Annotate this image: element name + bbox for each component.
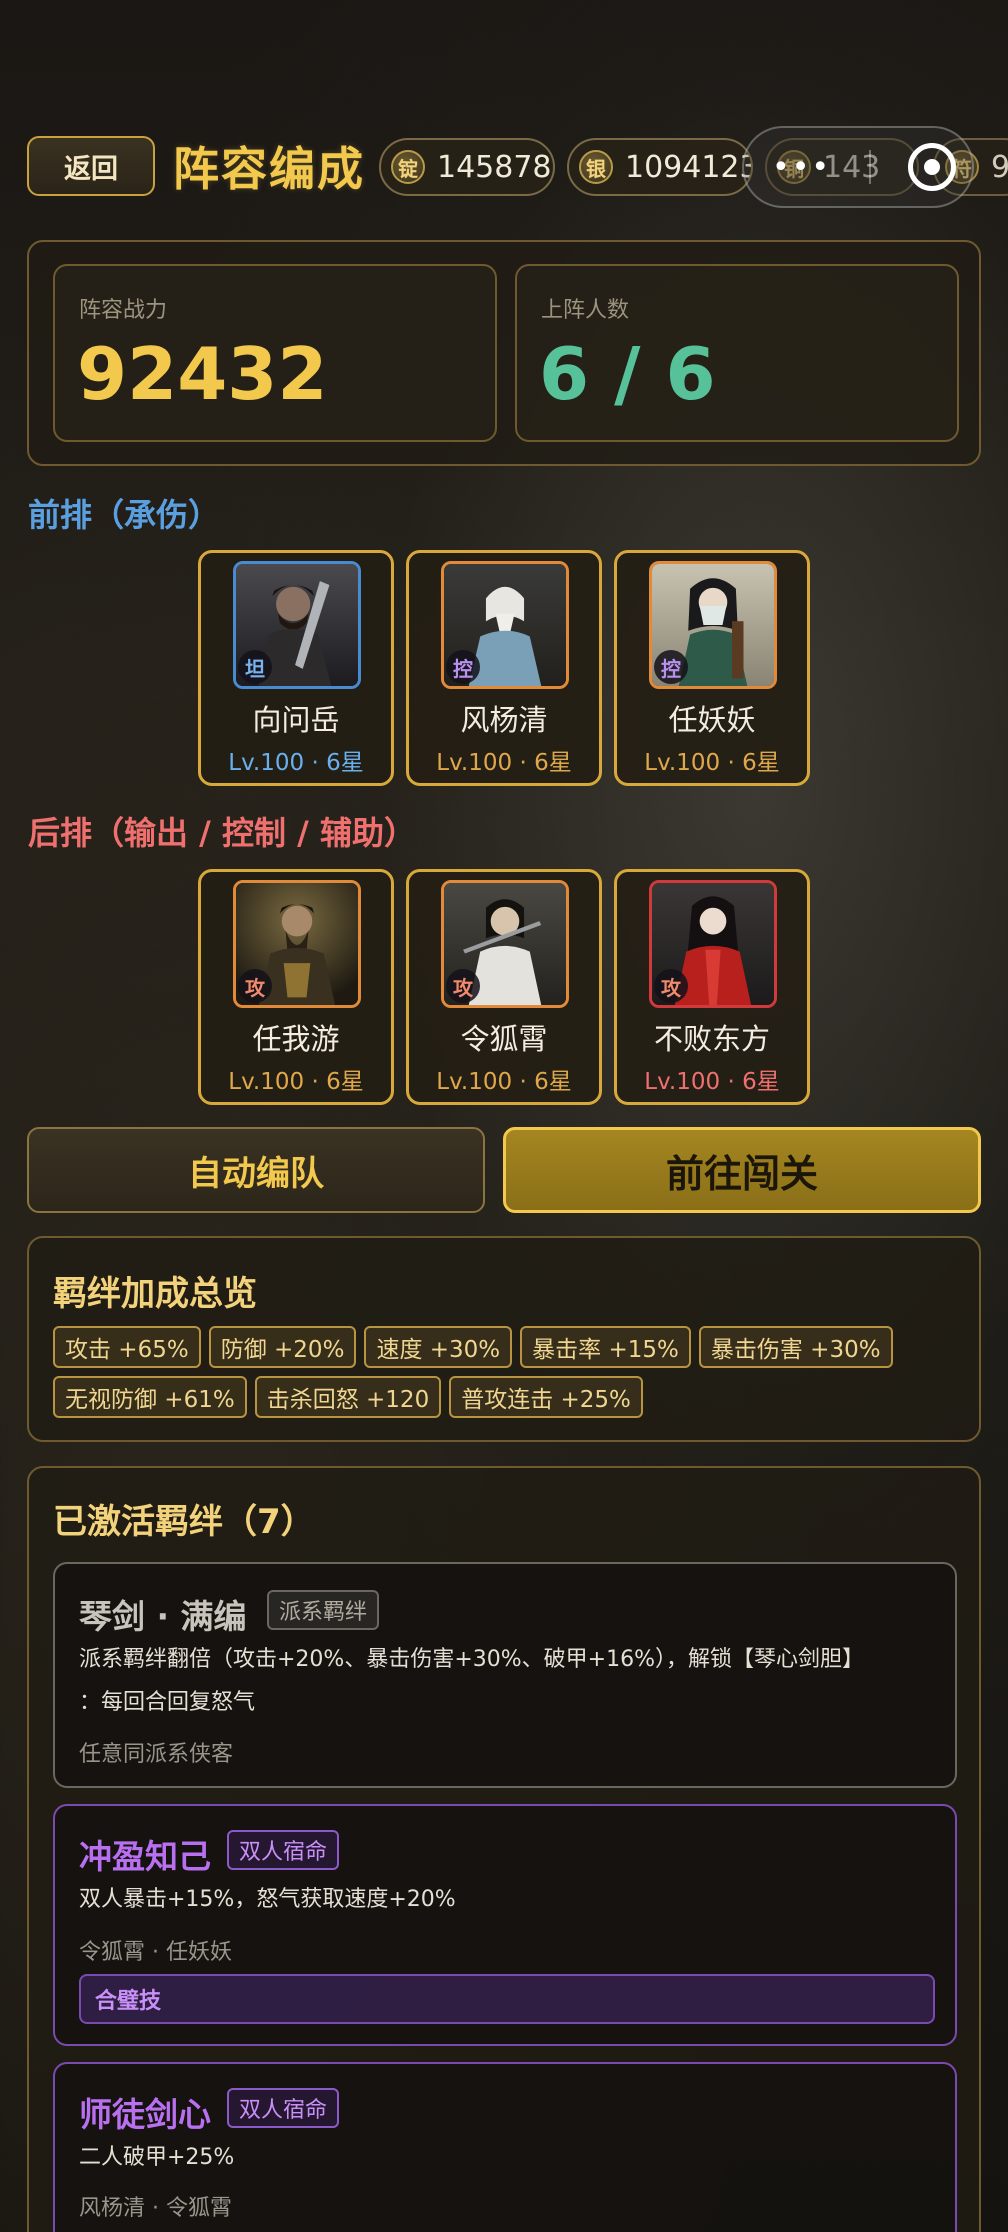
bond-members: 风杨清 · 令狐霄 — [79, 2196, 232, 2221]
silver-icon: 银 — [579, 150, 613, 184]
hero-name: 不败东方 — [653, 1022, 770, 1056]
currency-ingot[interactable]: 锭 145878 — [379, 138, 555, 196]
bonus-tag-row: 攻击 +65% 防御 +20% 速度 +30% 暴击率 +15% 暴击伤害 +3… — [53, 1326, 893, 1368]
bonus-tag: 暴击伤害 +30% — [698, 1326, 893, 1368]
hero-name: 任妖妖 — [668, 703, 756, 737]
bond-name: 琴剑 · 满编 — [79, 1597, 247, 1636]
stats-panel: 阵容战力 92432 上阵人数 6 / 6 — [27, 240, 981, 466]
bonus-tag: 无视防御 +61% — [53, 1376, 247, 1418]
capsule-divider — [868, 150, 871, 184]
bond-card[interactable]: 琴剑 · 满编 派系羁绊 派系羁绊翻倍（攻击+20%、暴击伤害+30%、破甲+1… — [53, 1562, 957, 1788]
bond-summary-title: 羁绊加成总览 — [53, 1274, 257, 1314]
role-badge: 攻 — [446, 969, 480, 1003]
bond-description: 双人暴击+15%，怒气获取速度+20% — [79, 1887, 456, 1912]
currency-value: 937 — [991, 150, 1008, 185]
hero-name: 风杨清 — [460, 703, 548, 737]
bond-type-badge: 双人宿命 — [227, 1830, 340, 1870]
hero-card-back-3[interactable]: 攻 不败东方 Lv.100 · 6星 — [614, 869, 810, 1105]
hero-name: 向问岳 — [252, 703, 340, 737]
back-row-label: 后排（输出 / 控制 / 辅助） — [28, 814, 416, 852]
hero-card-back-2[interactable]: 攻 令狐霄 Lv.100 · 6星 — [406, 869, 602, 1105]
bond-card[interactable]: 冲盈知己 双人宿命 双人暴击+15%，怒气获取速度+20% 令狐霄 · 任妖妖 … — [53, 1804, 957, 2046]
bond-members: 令狐霄 · 任妖妖 — [79, 1940, 232, 1965]
hero-card-front-2[interactable]: 控 风杨清 Lv.100 · 6星 — [406, 550, 602, 786]
hero-card-back-1[interactable]: 攻 任我游 Lv.100 · 6星 — [198, 869, 394, 1105]
hero-name: 任我游 — [252, 1022, 340, 1056]
formation-screen: 返回 阵容编成 锭 145878 银 1094123 铜 143 符 937 •… — [0, 0, 1008, 2232]
bonus-tag: 普攻连击 +25% — [449, 1376, 643, 1418]
more-menu-icon[interactable]: ••• — [772, 150, 831, 185]
auto-formation-button[interactable]: 自动编队 — [27, 1127, 485, 1213]
hero-name: 令狐霄 — [460, 1022, 548, 1056]
active-bonds-title: 已激活羁绊（7） — [53, 1502, 315, 1542]
role-badge: 坦 — [238, 650, 272, 684]
role-badge: 攻 — [654, 969, 688, 1003]
power-label: 阵容战力 — [79, 298, 168, 323]
currency-value: 1094123 — [625, 149, 753, 185]
hero-portrait: 坦 — [233, 561, 361, 689]
bonus-tag: 暴击率 +15% — [520, 1326, 691, 1368]
hero-level: Lv.100 · 6星 — [644, 1069, 780, 1095]
deploy-count-stat: 上阵人数 6 / 6 — [515, 264, 959, 442]
role-badge: 控 — [446, 650, 480, 684]
front-row-label: 前排（承伤） — [28, 496, 221, 534]
deploy-count-label: 上阵人数 — [541, 298, 630, 323]
bond-summary-panel: 羁绊加成总览 攻击 +65% 防御 +20% 速度 +30% 暴击率 +15% … — [27, 1236, 981, 1442]
back-button[interactable]: 返回 — [27, 136, 155, 196]
role-badge: 控 — [654, 650, 688, 684]
power-stat: 阵容战力 92432 — [53, 264, 497, 442]
bond-description: 派系羁绊翻倍（攻击+20%、暴击伤害+30%、破甲+16%），解锁【琴心剑胆】 — [79, 1647, 864, 1672]
bond-name: 师徒剑心 — [79, 2095, 211, 2134]
bond-members: 任意同派系侠客 — [79, 1742, 234, 1767]
role-badge: 攻 — [238, 969, 272, 1003]
hero-level: Lv.100 · 6星 — [644, 750, 780, 776]
hero-portrait: 攻 — [233, 880, 361, 1008]
bonus-tag: 攻击 +65% — [53, 1326, 201, 1368]
hero-portrait: 控 — [649, 561, 777, 689]
hero-portrait: 攻 — [441, 880, 569, 1008]
page-title: 阵容编成 — [173, 142, 365, 196]
bond-name: 冲盈知己 — [79, 1837, 211, 1876]
hero-card-front-1[interactable]: 坦 向问岳 Lv.100 · 6星 — [198, 550, 394, 786]
combo-skill-bar[interactable]: 合璧技 — [79, 1974, 935, 2024]
deploy-count-value: 6 / 6 — [539, 332, 716, 416]
hero-portrait: 控 — [441, 561, 569, 689]
bond-type-badge: 双人宿命 — [227, 2088, 340, 2128]
bonus-tag: 击杀回怒 +120 — [254, 1376, 442, 1418]
currency-value: 145878 — [437, 149, 552, 185]
hero-level: Lv.100 · 6星 — [228, 1069, 364, 1095]
bond-card[interactable]: 师徒剑心 双人宿命 二人破甲+25% 风杨清 · 令狐霄 — [53, 2062, 957, 2232]
hero-level: Lv.100 · 6星 — [436, 750, 572, 776]
hero-level: Lv.100 · 6星 — [436, 1069, 572, 1095]
hero-level: Lv.100 · 6星 — [228, 750, 364, 776]
bonus-tag: 速度 +30% — [364, 1326, 513, 1368]
hero-card-front-3[interactable]: 控 任妖妖 Lv.100 · 6星 — [614, 550, 810, 786]
bonus-tag: 防御 +20% — [208, 1326, 357, 1368]
active-bonds-panel: 已激活羁绊（7） 琴剑 · 满编 派系羁绊 派系羁绊翻倍（攻击+20%、暴击伤害… — [27, 1466, 981, 2232]
bonus-tag-row: 无视防御 +61% 击杀回怒 +120 普攻连击 +25% — [53, 1376, 643, 1418]
top-bar: 返回 阵容编成 锭 145878 银 1094123 铜 143 符 937 •… — [27, 126, 1008, 208]
close-miniapp-icon[interactable] — [908, 143, 956, 191]
hero-portrait: 攻 — [649, 880, 777, 1008]
currency-silver[interactable]: 银 1094123 — [567, 138, 753, 196]
bond-type-badge: 派系羁绊 — [267, 1590, 380, 1630]
ingot-icon: 锭 — [391, 150, 425, 184]
go-to-stage-button[interactable]: 前往闯关 — [503, 1127, 981, 1213]
bond-description-cont: ：每回合回复怒气 — [79, 1690, 256, 1715]
miniapp-capsule: ••• — [742, 126, 974, 208]
power-value: 92432 — [77, 332, 328, 416]
bond-description: 二人破甲+25% — [79, 2145, 235, 2170]
